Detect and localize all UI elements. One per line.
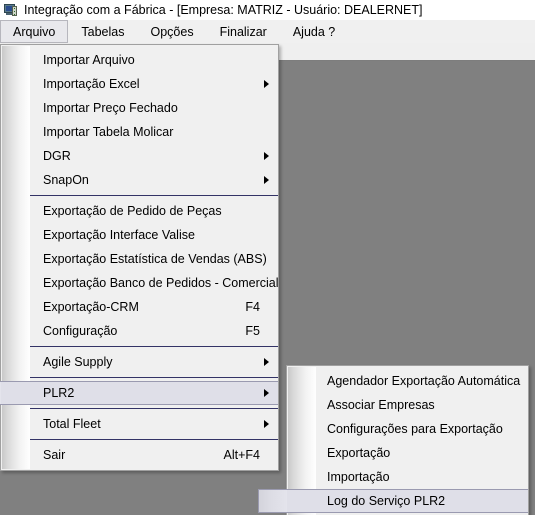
- menu-item-highlight-gutter: [258, 489, 287, 513]
- chevron-right-icon: [264, 152, 269, 160]
- menu-item-label: Log do Serviço PLR2: [327, 494, 446, 508]
- menu-item-label: DGR: [43, 149, 71, 163]
- menu-item-label: Agile Supply: [43, 355, 113, 369]
- menu-separator: [30, 439, 278, 440]
- menu-item-list: Importar Arquivo Importação Excel Importar…: [0, 45, 279, 470]
- menubar-item-label: Opções: [150, 24, 194, 39]
- menubar-item-tabelas[interactable]: Tabelas: [68, 20, 137, 43]
- computer-icon: [3, 2, 19, 18]
- menu-bar: Arquivo Tabelas Opções Finalizar Ajuda ?: [0, 20, 535, 43]
- submenu-item-agendador-exportacao-automatica[interactable]: Agendador Exportação Automática: [287, 369, 528, 393]
- submenu-item-configuracoes-para-exportacao[interactable]: Configurações para Exportação: [287, 417, 528, 441]
- plr2-submenu: Agendador Exportação Automática Associar …: [258, 365, 529, 515]
- menu-item-highlight-gutter: [0, 381, 1, 405]
- menubar-item-label: Finalizar: [219, 24, 267, 39]
- submenu-item-associar-empresas[interactable]: Associar Empresas: [287, 393, 528, 417]
- menu-item-label: SnapOn: [43, 173, 89, 187]
- arquivo-dropdown-menu: Importar Arquivo Importação Excel Importar…: [0, 44, 279, 471]
- menubar-item-label: Ajuda ?: [292, 24, 336, 39]
- menubar-item-label: Tabelas: [81, 24, 125, 39]
- menu-item-label: Exportação-CRM: [43, 300, 139, 314]
- application-window: Integração com a Fábrica - [Empresa: MAT…: [0, 0, 535, 515]
- menubar-item-label: Arquivo: [13, 24, 56, 39]
- chevron-right-icon: [264, 358, 269, 366]
- menu-item-label: Associar Empresas: [327, 398, 435, 412]
- menu-item-label: Importar Tabela Molicar: [43, 125, 174, 139]
- menu-item-shortcut: F4: [245, 300, 260, 314]
- menu-item-sair[interactable]: Sair Alt+F4: [1, 443, 278, 467]
- menu-item-agile-supply[interactable]: Agile Supply: [1, 350, 278, 374]
- menu-item-shortcut: Alt+F4: [223, 448, 260, 462]
- menu-item-label: Importar Preço Fechado: [43, 101, 178, 115]
- chevron-right-icon: [264, 389, 269, 397]
- submenu-item-exportacao[interactable]: Exportação: [287, 441, 528, 465]
- menu-item-configuracao[interactable]: Configuração F5: [1, 319, 278, 343]
- submenu-item-importacao[interactable]: Importação: [287, 465, 528, 489]
- menu-separator: [30, 377, 278, 378]
- menu-separator: [30, 346, 278, 347]
- chevron-right-icon: [264, 176, 269, 184]
- menu-item-importacao-excel[interactable]: Importação Excel: [1, 72, 278, 96]
- menu-item-dgr[interactable]: DGR: [1, 144, 278, 168]
- menu-item-exportacao-estatistica-de-vendas-abs[interactable]: Exportação Estatística de Vendas (ABS): [1, 247, 278, 271]
- menu-item-label: Total Fleet: [43, 417, 101, 431]
- menu-item-label: Importação Excel: [43, 77, 140, 91]
- menu-item-label: Exportação: [327, 446, 391, 460]
- menu-item-label: Configurações para Exportação: [327, 422, 503, 436]
- menu-item-label: Importação: [327, 470, 390, 484]
- menu-item-label: Agendador Exportação Automática: [327, 374, 521, 388]
- menu-item-shortcut: F5: [245, 324, 260, 338]
- menu-item-label: Sair: [43, 448, 66, 462]
- menu-item-label: PLR2: [43, 386, 75, 400]
- menubar-item-finalizar[interactable]: Finalizar: [207, 20, 280, 43]
- menu-item-exportacao-de-pedido-de-pecas[interactable]: Exportação de Pedido de Peças: [1, 199, 278, 223]
- window-title: Integração com a Fábrica - [Empresa: MAT…: [24, 3, 423, 17]
- menu-separator: [30, 195, 278, 196]
- menu-item-label: Exportação Estatística de Vendas (ABS): [43, 252, 267, 266]
- menu-item-label: Exportação Banco de Pedidos - Comercial: [43, 276, 279, 290]
- title-bar: Integração com a Fábrica - [Empresa: MAT…: [0, 0, 535, 20]
- menu-item-plr2[interactable]: PLR2: [0, 381, 278, 405]
- menu-item-exportacao-crm[interactable]: Exportação-CRM F4: [1, 295, 278, 319]
- menubar-item-opcoes[interactable]: Opções: [137, 20, 206, 43]
- menu-item-label: Importar Arquivo: [43, 53, 135, 67]
- menu-item-total-fleet[interactable]: Total Fleet: [1, 412, 278, 436]
- menu-item-snapon[interactable]: SnapOn: [1, 168, 278, 192]
- menu-item-label: Exportação de Pedido de Peças: [43, 204, 222, 218]
- menu-item-importar-preco-fechado[interactable]: Importar Preço Fechado: [1, 96, 278, 120]
- submenu-item-log-do-servico-plr2[interactable]: Log do Serviço PLR2: [258, 489, 528, 513]
- chevron-right-icon: [264, 80, 269, 88]
- menu-item-label: Exportação Interface Valise: [43, 228, 195, 242]
- menu-item-importar-tabela-molicar[interactable]: Importar Tabela Molicar: [1, 120, 278, 144]
- menubar-item-arquivo[interactable]: Arquivo: [0, 20, 69, 43]
- menu-item-exportacao-interface-valise[interactable]: Exportação Interface Valise: [1, 223, 278, 247]
- menu-item-exportacao-banco-de-pedidos-comercial[interactable]: Exportação Banco de Pedidos - Comercial: [1, 271, 279, 295]
- menu-item-list: Agendador Exportação Automática Associar …: [258, 366, 528, 515]
- menubar-item-ajuda[interactable]: Ajuda ?: [280, 20, 348, 43]
- menu-separator: [30, 408, 278, 409]
- menu-item-label: Configuração: [43, 324, 118, 338]
- menu-item-importar-arquivo[interactable]: Importar Arquivo: [1, 48, 278, 72]
- chevron-right-icon: [264, 420, 269, 428]
